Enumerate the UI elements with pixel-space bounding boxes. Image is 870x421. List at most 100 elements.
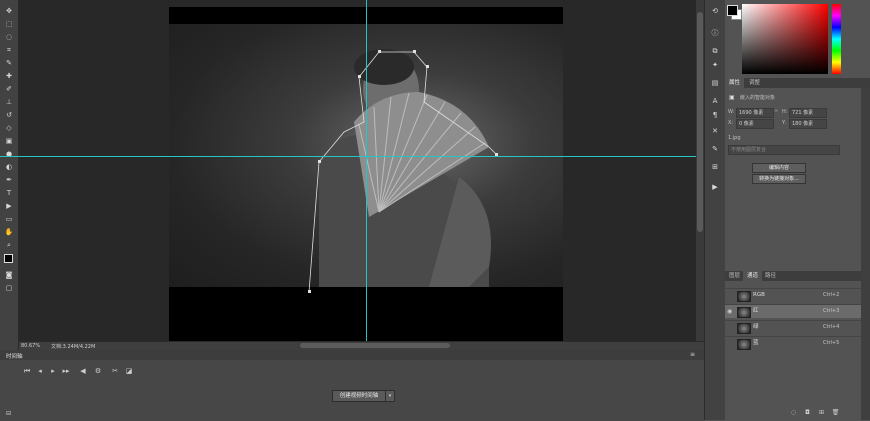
gradient-tool-icon[interactable]: ▣ [4,136,14,146]
play-icon[interactable]: ▸ [48,366,58,376]
paragraph-icon[interactable]: ¶ [710,110,720,120]
channels-tabs: 图层 通道 路径 [725,271,861,281]
document-size: 文档:3.24M/4.22M [51,344,96,350]
lasso-tool-icon[interactable]: ◌ [4,32,14,42]
channel-row-blue[interactable]: 蓝 Ctrl+5 [725,336,861,350]
next-frame-icon[interactable]: ▸▸ [61,366,71,376]
zoom-level[interactable]: 80.67% [21,343,40,349]
actions-icon[interactable]: ▤ [710,78,720,88]
channel-shortcut: Ctrl+3 [823,308,840,314]
load-selection-icon[interactable]: ◌ [789,408,798,417]
move-tool-icon[interactable]: ✥ [4,6,14,16]
play-action-icon[interactable]: ▶ [710,182,720,192]
history-brush-icon[interactable]: ↺ [4,110,14,120]
settings-icon[interactable]: ⚙ [93,366,103,376]
x-label: X: [728,120,734,126]
y-label: Y: [782,120,787,126]
prev-frame-icon[interactable]: ◂ [35,366,45,376]
shape-tool-icon[interactable]: ▭ [4,214,14,224]
create-video-timeline-button[interactable]: 创建视频时间轴 [332,390,386,402]
brush-presets-icon[interactable]: ✦ [710,60,720,70]
channel-name: 蓝 [753,340,759,346]
hand-tool-icon[interactable]: ✋ [4,227,14,237]
split-icon[interactable]: ✂ [110,366,120,376]
tool-presets-icon[interactable]: ✕ [710,126,720,136]
text-tool-icon[interactable]: T [4,188,14,198]
foreground-color-swatch[interactable] [4,254,13,263]
clone-source-icon[interactable]: ⧉ [710,46,720,56]
y-field[interactable]: 180 像素 [789,119,827,129]
new-channel-icon[interactable]: ⊞ [817,408,826,417]
panel-dock: ⟲ ⓘ ⧉ ✦ ▤ A ¶ ✕ ✎ ⊞ ▶ [704,0,726,420]
horizontal-guide[interactable] [0,156,696,157]
clone-stamp-icon[interactable]: ⊥ [4,97,14,107]
vertical-scroll-thumb[interactable] [697,12,703,232]
transition-icon[interactable]: ◪ [124,366,134,376]
filename-label: 1.jpg [728,135,741,141]
channel-thumbnail [737,291,751,302]
history-icon[interactable]: ⟲ [710,6,720,16]
marquee-tool-icon[interactable]: ⬚ [4,19,14,29]
tools-panel: ✥ ⬚ ◌ ⌗ ✎ ✚ ✐ ⊥ ↺ ◇ ▣ ● ◐ ✒ T ▶ ▭ ✋ ⌕ ◙ … [0,0,19,350]
tab-properties[interactable]: 属性 [725,78,745,88]
picker-foreground-swatch[interactable] [727,5,738,16]
channel-shortcut: Ctrl+4 [823,324,840,330]
channel-row-green[interactable]: 绿 Ctrl+4 [725,320,861,334]
hair-shape [354,49,414,85]
blur-tool-icon[interactable]: ● [4,149,14,159]
tab-channels[interactable]: 通道 [743,271,763,281]
eraser-tool-icon[interactable]: ◇ [4,123,14,133]
timeline-controls: ⏮ ◂ ▸ ▸▸ ◀ ⚙ ✂ ◪ [0,366,704,378]
swatches-icon[interactable]: ⊞ [710,162,720,172]
channel-thumbnail [737,323,751,334]
create-timeline-dropdown[interactable]: ▾ [385,390,395,402]
zoom-tool-icon[interactable]: ⌕ [4,240,14,250]
path-selection-icon[interactable]: ▶ [4,201,14,211]
horizontal-scroll-thumb[interactable] [300,343,450,348]
first-frame-icon[interactable]: ⏮ [22,366,32,376]
timeline-panel [0,350,704,421]
link-icon[interactable]: ∞ [774,108,778,114]
crop-tool-icon[interactable]: ⌗ [4,45,14,55]
channel-row-red[interactable]: ◉ 红 Ctrl+3 [725,304,861,318]
eyedropper-tool-icon[interactable]: ✎ [4,58,14,68]
vertical-guide[interactable] [366,0,367,341]
info-icon[interactable]: ⓘ [710,28,720,38]
brush-tool-icon[interactable]: ✐ [4,84,14,94]
channel-row-rgb[interactable]: RGB Ctrl+2 [725,288,861,302]
convert-to-linked-button[interactable]: 转换为链接对象... [752,174,806,184]
save-selection-icon[interactable]: ◘ [803,408,812,417]
tab-paths[interactable]: 路径 [761,271,780,281]
panel-scrollbar[interactable] [861,88,870,420]
timeline-tab[interactable]: 时间轴 [6,352,23,360]
height-field[interactable]: 721 像素 [789,108,827,118]
width-field[interactable]: 1690 像素 [736,108,774,118]
panel-menu-icon[interactable]: ≡ [690,351,695,358]
channels-footer: ◌ ◘ ⊞ 🗑 [725,405,861,420]
quick-mask-icon[interactable]: ◙ [4,270,14,280]
dodge-tool-icon[interactable]: ◐ [4,162,14,172]
brush-icon[interactable]: ✎ [710,144,720,154]
edit-contents-button[interactable]: 编辑内容 [752,163,806,173]
color-picker-field[interactable] [742,4,828,74]
channel-name: 红 [753,308,759,314]
tab-layers[interactable]: 图层 [725,271,744,281]
character-icon[interactable]: A [710,96,720,106]
h-label: H: [782,109,788,115]
delete-channel-icon[interactable]: 🗑 [831,408,840,417]
x-field[interactable]: 0 像素 [736,119,774,129]
screen-mode-icon[interactable]: ▢ [4,283,14,293]
tab-adjustments[interactable]: 调整 [745,78,764,88]
healing-brush-icon[interactable]: ✚ [4,71,14,81]
channel-thumbnail [737,339,751,350]
w-label: W: [728,109,735,115]
visibility-eye-icon[interactable]: ◉ [727,308,734,315]
hue-slider[interactable] [832,4,841,74]
channel-thumbnail [737,307,751,318]
pen-tool-icon[interactable]: ✒ [4,175,14,185]
channel-shortcut: Ctrl+2 [823,292,840,298]
audio-icon[interactable]: ◀ [78,366,88,376]
channel-name: 绿 [753,324,759,330]
layer-comp-select[interactable]: 不使用图层复合 [728,145,840,155]
timeline-options-icon[interactable]: ⊟ [6,410,16,417]
